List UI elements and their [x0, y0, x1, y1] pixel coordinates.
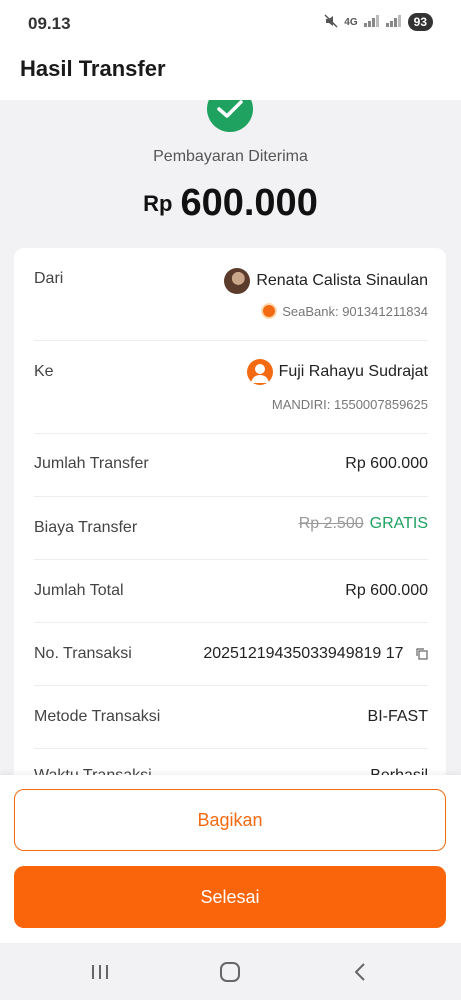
copy-icon[interactable]	[416, 647, 428, 665]
fee-value: Rp 2.500 GRATIS	[299, 515, 428, 533]
page-title: Hasil Transfer	[20, 56, 166, 81]
row-to: Ke Fuji Rahayu Sudrajat MANDIRI: 1550007…	[34, 341, 428, 434]
signal-icon-2	[385, 14, 402, 30]
from-name-text: Renata Calista Sinaulan	[256, 272, 428, 290]
row-fee: Biaya Transfer Rp 2.500 GRATIS	[34, 497, 428, 560]
transfer-amount: Rp 600.000	[0, 182, 461, 225]
seabank-icon	[261, 303, 278, 319]
network-label: 4G	[344, 16, 358, 28]
amount-row-value: Rp 600.000	[345, 455, 428, 472]
back-icon[interactable]	[346, 958, 374, 986]
to-name: Fuji Rahayu Sudrajat	[246, 359, 428, 385]
total-value: Rp 600.000	[345, 582, 428, 599]
from-name: Renata Calista Sinaulan	[224, 268, 428, 294]
battery-badge: 93	[407, 13, 433, 31]
txn-value[interactable]: 20251219435033949819 17	[203, 645, 428, 665]
app-header: Hasil Transfer	[0, 48, 461, 100]
bottom-actions: Bagikan Selesai	[0, 775, 461, 943]
time-value: Berhasil	[370, 767, 428, 775]
status-icons: 4G 93	[324, 13, 433, 31]
fee-label: Biaya Transfer	[34, 519, 138, 536]
from-account-text: SeaBank: 901341211834	[282, 304, 428, 319]
system-nav-bar	[0, 943, 461, 1000]
total-label: Jumlah Total	[34, 582, 124, 599]
from-account: SeaBank: 901341211834	[261, 303, 428, 319]
amount-label: Jumlah Transfer	[34, 455, 149, 472]
status-time: 09.13	[28, 14, 71, 33]
fee-original: Rp 2.500	[298, 515, 364, 532]
to-account: MANDIRI: 1550007859625	[271, 397, 428, 412]
amount-currency: Rp	[143, 191, 173, 216]
mute-icon	[324, 13, 338, 31]
to-label: Ke	[34, 363, 54, 380]
method-label: Metode Transaksi	[34, 708, 161, 725]
time-label: Waktu Transaksi	[34, 767, 152, 775]
receipt-content[interactable]: Pembayaran Diterima Rp 600.000 Dari Renat…	[0, 100, 461, 775]
amount-value: 600.000	[180, 182, 318, 224]
home-icon[interactable]	[216, 958, 244, 986]
check-circle-icon	[207, 100, 253, 132]
details-card: Dari Renata Calista Sinaulan SeaBank: 90…	[14, 248, 446, 775]
done-button[interactable]: Selesai	[14, 866, 446, 928]
avatar	[224, 268, 251, 294]
row-transfer-amount: Jumlah Transfer Rp 600.000	[34, 434, 428, 497]
row-method: Metode Transaksi BI-FAST	[34, 686, 428, 749]
row-time: Waktu Transaksi Berhasil	[34, 749, 428, 775]
user-icon	[246, 359, 273, 385]
txn-label: No. Transaksi	[34, 645, 132, 662]
method-value: BI-FAST	[367, 708, 428, 725]
to-name-text: Fuji Rahayu Sudrajat	[278, 363, 428, 381]
fee-free: GRATIS	[369, 515, 428, 532]
recent-apps-icon[interactable]	[86, 958, 114, 986]
share-button[interactable]: Bagikan	[14, 789, 446, 851]
payment-status: Pembayaran Diterima	[153, 148, 308, 165]
signal-icon	[363, 14, 380, 30]
status-bar: 09.13 4G 93	[0, 0, 461, 48]
from-label: Dari	[34, 270, 64, 287]
row-from: Dari Renata Calista Sinaulan SeaBank: 90…	[34, 248, 428, 341]
txn-value-text: 20251219435033949819 17	[203, 645, 404, 662]
row-transaction-id: No. Transaksi 20251219435033949819 17	[34, 623, 428, 686]
row-total: Jumlah Total Rp 600.000	[34, 560, 428, 623]
